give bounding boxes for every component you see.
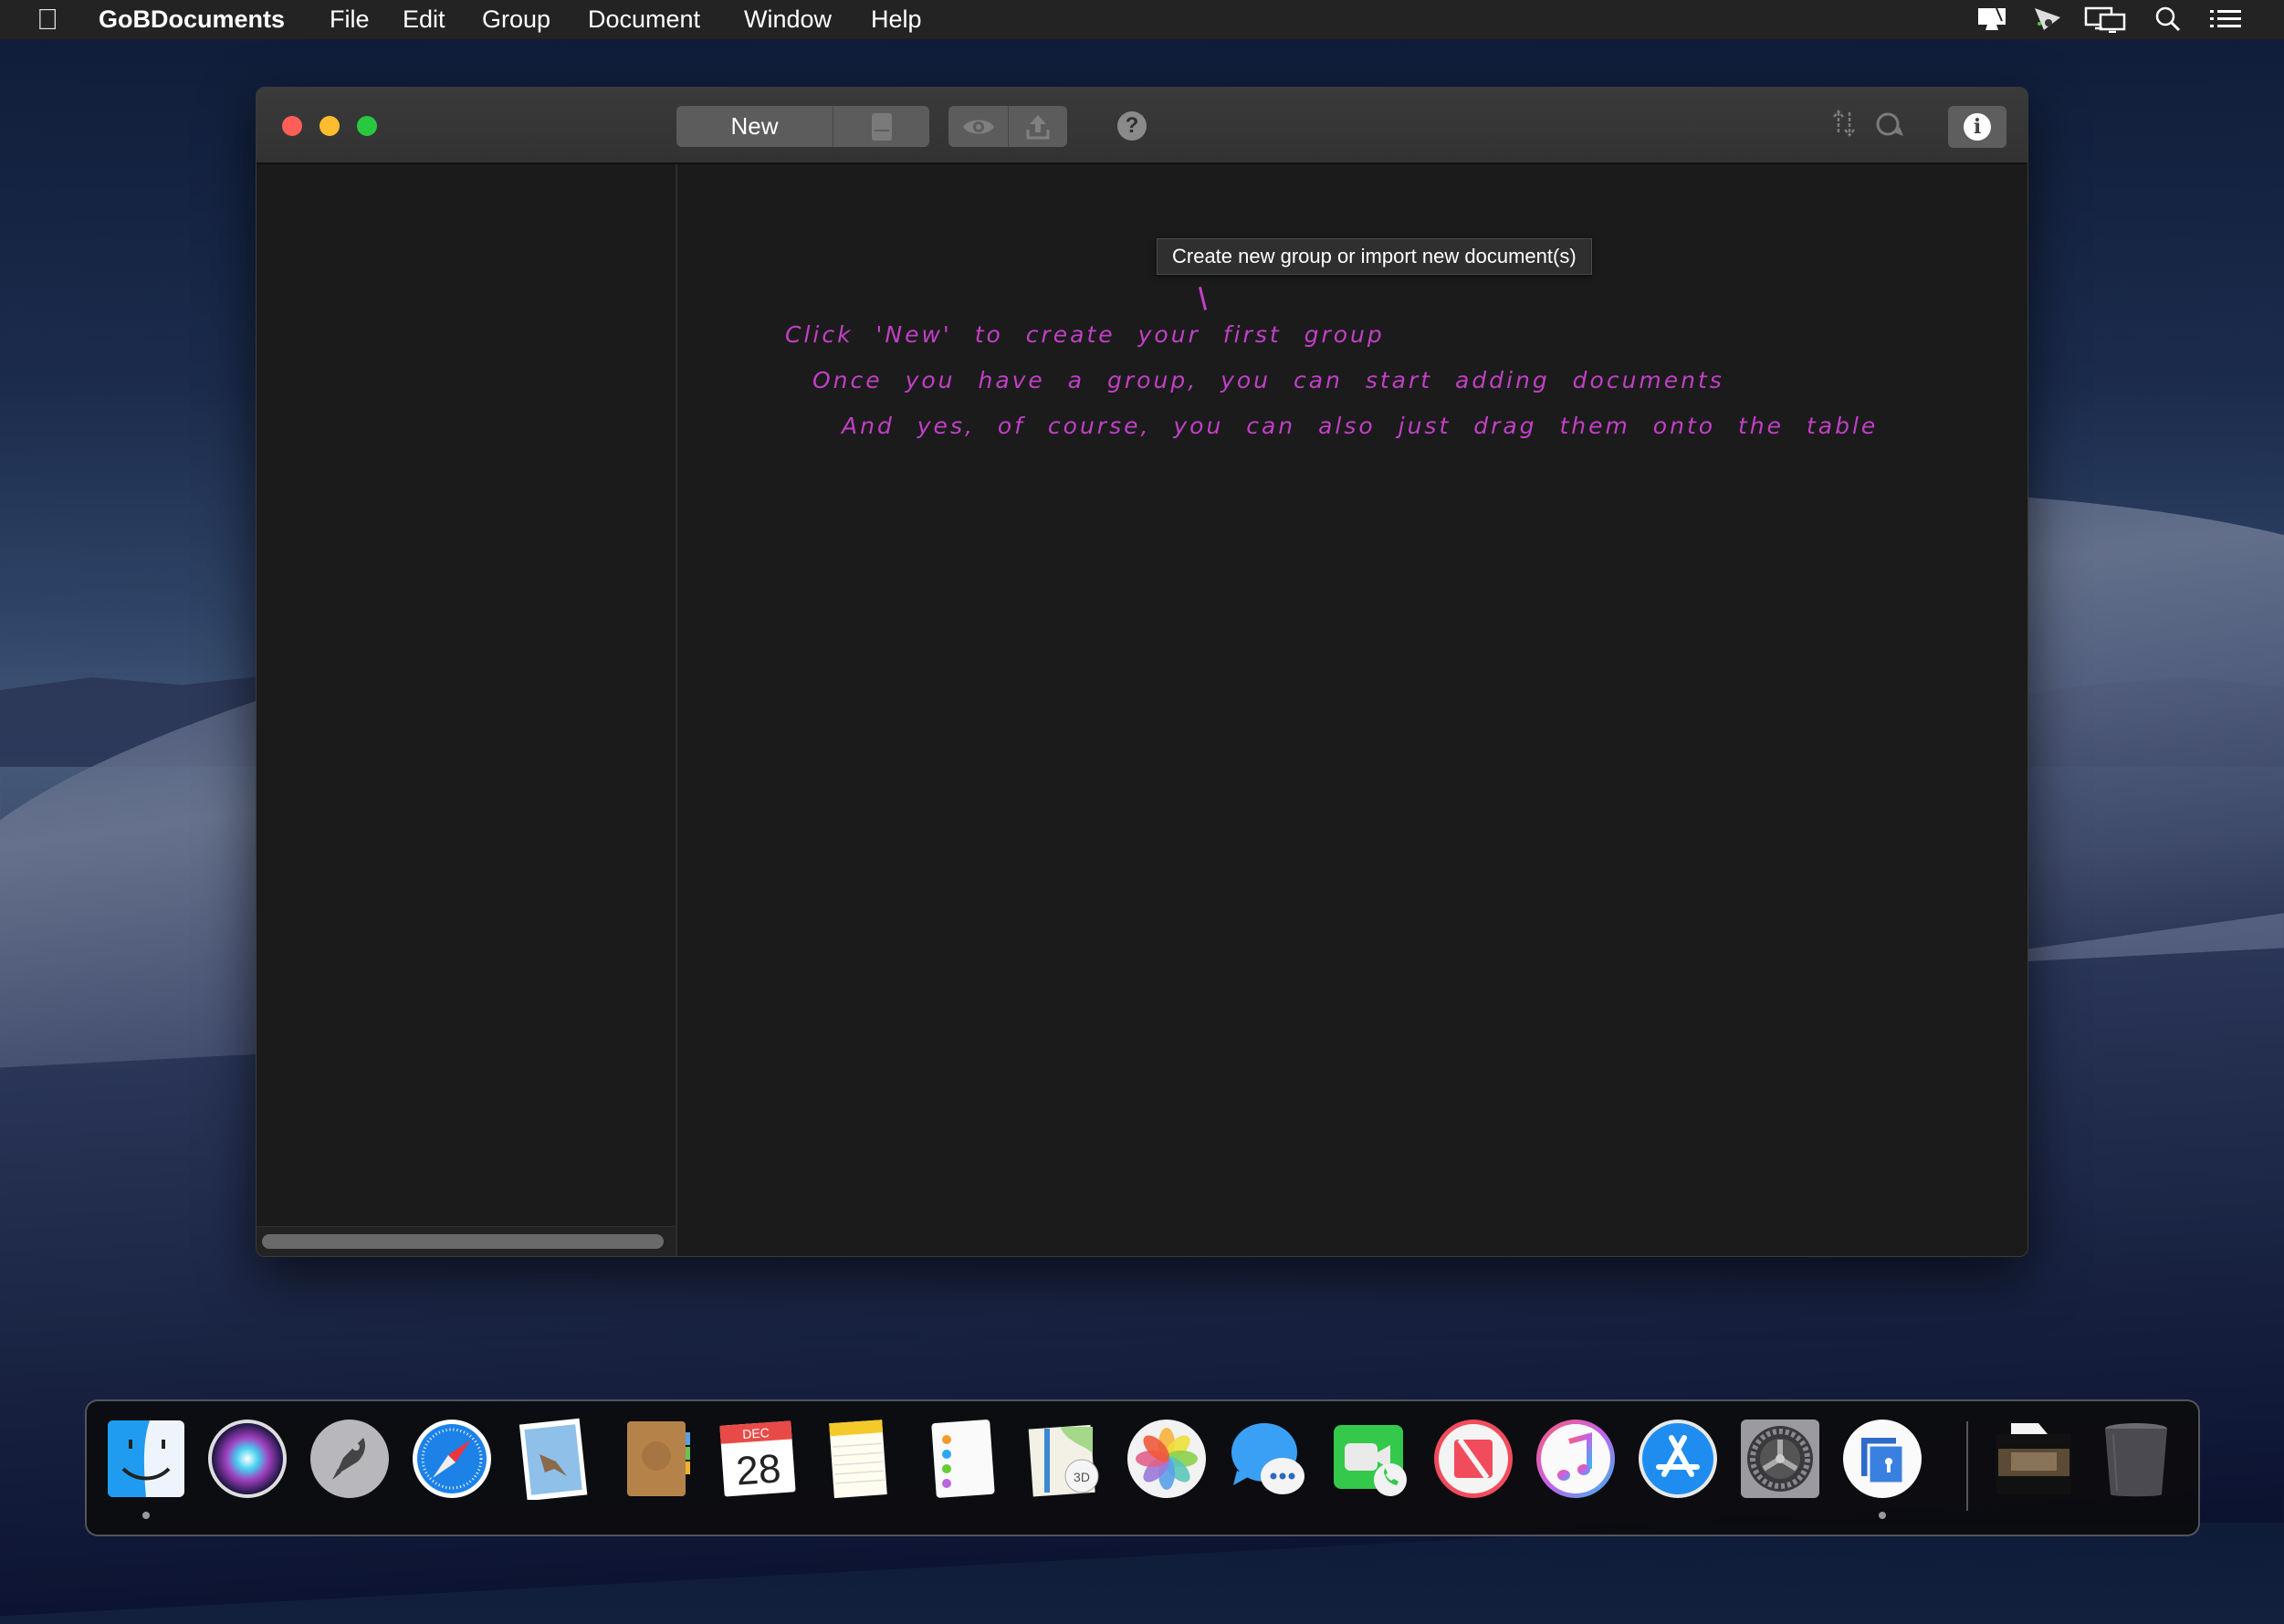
dock-maps[interactable]: 3D	[1023, 1418, 1105, 1500]
dock-gobdocuments[interactable]	[1841, 1418, 1923, 1500]
dock-photos[interactable]	[1126, 1418, 1208, 1500]
menu-group[interactable]: Group	[482, 5, 550, 34]
title-bar-toolbar: New ? i	[257, 88, 2027, 164]
dock-calendar[interactable]: DEC 28	[717, 1418, 799, 1500]
documents-table-area[interactable]: Create new group or import new document(…	[677, 164, 2027, 1256]
new-button[interactable]: New	[676, 106, 833, 147]
gobdocuments-running-indicator	[1879, 1512, 1886, 1519]
dock-news[interactable]	[1432, 1418, 1514, 1500]
menu-edit[interactable]: Edit	[403, 5, 445, 34]
sort-button[interactable]	[1828, 109, 1860, 141]
menu-help[interactable]: Help	[871, 5, 922, 34]
mail-icon	[519, 1418, 588, 1502]
spotlight-search-icon[interactable]	[2153, 5, 2184, 33]
app-store-icon	[1639, 1420, 1717, 1498]
finder-icon	[108, 1420, 184, 1497]
new-button-label: New	[730, 112, 779, 140]
dock-facetime[interactable]	[1330, 1418, 1412, 1500]
calendar-icon: DEC 28	[719, 1420, 796, 1497]
dock-safari[interactable]	[411, 1418, 493, 1500]
photos-icon	[1127, 1420, 1206, 1498]
sidebar-scrollbar-thumb[interactable]	[262, 1234, 664, 1249]
display-mirroring-icon[interactable]	[2083, 5, 2127, 34]
sidebar-toggle-icon	[871, 112, 892, 141]
search-button[interactable]	[1872, 109, 1909, 145]
calendar-day: 28	[735, 1446, 782, 1493]
dock-finder[interactable]	[105, 1418, 187, 1500]
menu-bar:  GoBDocuments File Edit Group Document …	[0, 0, 2284, 39]
dock: DEC 28 3D	[85, 1399, 2200, 1536]
dock-mail[interactable]	[512, 1418, 594, 1502]
menu-window[interactable]: Window	[744, 5, 832, 34]
dock-notes[interactable]	[819, 1418, 901, 1500]
contacts-icon	[627, 1421, 690, 1496]
notes-icon	[829, 1420, 887, 1499]
info-button[interactable]: i	[1948, 106, 2006, 148]
hint-line-2: Once you have a group, you can start add…	[812, 367, 1724, 393]
maps-icon: 3D	[1028, 1424, 1099, 1497]
system-preferences-icon	[1741, 1420, 1819, 1498]
hint-line-1: Click 'New' to create your first group	[785, 321, 1385, 348]
maps-3d-badge: 3D	[1074, 1470, 1090, 1484]
eye-icon	[962, 120, 994, 133]
info-icon: i	[1964, 113, 1991, 141]
sort-arrows-icon	[1833, 110, 1855, 137]
share-button[interactable]	[1008, 106, 1067, 147]
gobdocuments-icon	[1843, 1420, 1922, 1498]
messages-icon	[1231, 1423, 1304, 1494]
itunes-icon	[1536, 1420, 1615, 1498]
dock-downloads-stack[interactable]	[1993, 1418, 2075, 1500]
reminders-icon	[931, 1420, 995, 1498]
calendar-month: DEC	[742, 1425, 770, 1441]
help-button[interactable]: ?	[1117, 111, 1147, 141]
finder-running-indicator	[142, 1512, 150, 1519]
dock-contacts[interactable]	[614, 1418, 697, 1500]
close-button[interactable]	[282, 116, 302, 136]
app-window: New ? i Create new group or import new d…	[256, 87, 2028, 1257]
launchpad-icon	[310, 1420, 389, 1498]
menu-app-name[interactable]: GoBDocuments	[99, 5, 285, 34]
share-upload-icon	[1026, 114, 1050, 139]
notification-center-icon[interactable]	[2207, 5, 2244, 33]
menu-file[interactable]: File	[330, 5, 370, 34]
safari-icon	[413, 1420, 491, 1498]
new-button-tooltip: Create new group or import new document(…	[1157, 238, 1592, 275]
menu-document[interactable]: Document	[588, 5, 700, 34]
zoom-button[interactable]	[357, 116, 377, 136]
dock-itunes[interactable]	[1535, 1418, 1617, 1500]
dock-system-preferences[interactable]	[1739, 1418, 1821, 1500]
dock-siri[interactable]	[206, 1418, 288, 1500]
dock-reminders[interactable]	[921, 1418, 1003, 1500]
dock-app-store[interactable]	[1637, 1418, 1719, 1500]
siri-icon	[208, 1420, 287, 1498]
sidebar-scrollbar[interactable]	[257, 1226, 676, 1256]
screenflow-menu-icon[interactable]	[2031, 5, 2064, 33]
dock-messages[interactable]	[1228, 1418, 1310, 1500]
minimize-button[interactable]	[320, 116, 340, 136]
apple-logo-icon[interactable]: 	[37, 4, 64, 35]
search-icon	[1876, 112, 1903, 136]
news-icon	[1434, 1420, 1513, 1498]
dock-launchpad[interactable]	[309, 1418, 391, 1500]
hint-line-3: And yes, of course, you can also just dr…	[842, 413, 1879, 439]
folder-stack-icon	[1996, 1423, 2071, 1494]
preview-button[interactable]	[948, 106, 1008, 147]
cleanmymac-menu-icon[interactable]	[1974, 5, 2010, 33]
dock-separator	[1966, 1421, 1968, 1511]
hint-pointer-line	[1198, 287, 1208, 310]
preview-share-control	[948, 106, 1067, 147]
facetime-icon	[1334, 1425, 1407, 1496]
trash-icon	[2105, 1423, 2167, 1497]
groups-sidebar	[257, 164, 677, 1256]
new-segmented-control: New	[676, 106, 929, 147]
sidebar-toggle-button[interactable]	[833, 106, 929, 147]
dock-trash[interactable]	[2095, 1418, 2177, 1500]
